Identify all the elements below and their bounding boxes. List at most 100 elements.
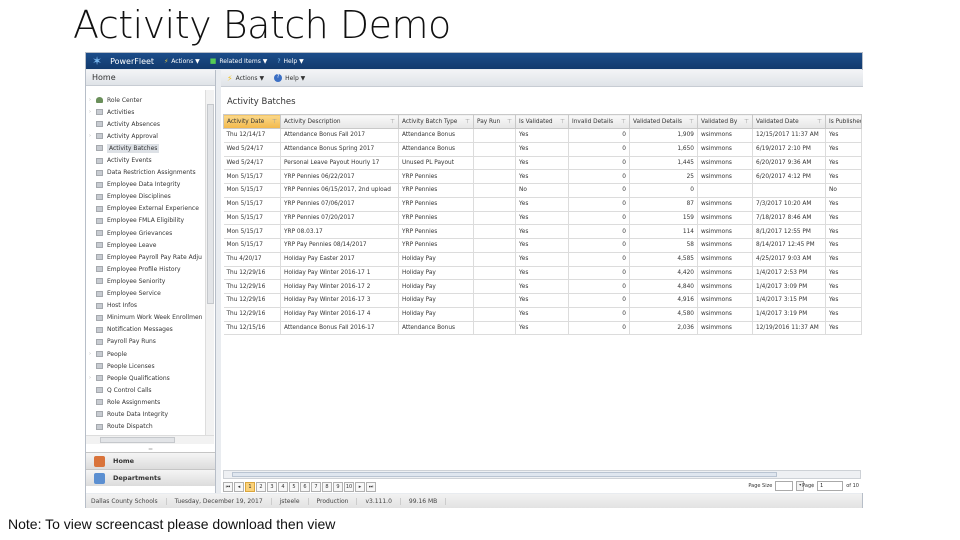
table-row[interactable]: Thu 12/14/17 Attendance Bonus Fall 2017 At… <box>223 128 862 143</box>
column-header[interactable]: Activity Description ⊤ <box>280 114 399 129</box>
tree-item[interactable]: Employee Grievances <box>86 227 204 239</box>
tree-vertical-scrollbar[interactable] <box>205 90 214 435</box>
table-row[interactable]: Mon 5/15/17 YRP Pennies 06/22/2017 YRP Pen… <box>223 169 862 184</box>
column-header[interactable]: Activity Date ⊤ <box>223 114 281 129</box>
tree-item[interactable]: Employee FMLA Eligibility <box>86 215 204 227</box>
table-row[interactable]: Wed 5/24/17 Attendance Bonus Spring 2017 A… <box>223 142 862 157</box>
tree-item[interactable]: Data Restriction Assignments <box>86 167 204 179</box>
table-row[interactable]: Mon 5/15/17 YRP Pay Pennies 08/14/2017 YRP… <box>223 238 862 253</box>
tree-horizontal-scrollbar[interactable] <box>86 435 214 444</box>
page-4-button[interactable]: 4 <box>278 482 288 492</box>
scroll-thumb[interactable] <box>207 104 214 304</box>
tree-item[interactable]: Route Data Integrity <box>86 408 204 420</box>
filter-icon[interactable]: ⊤ <box>621 119 626 125</box>
tree-item[interactable]: Employee Profile History <box>86 263 204 275</box>
tree-item[interactable]: › People Qualifications <box>86 372 204 384</box>
actions-menu[interactable]: ⚡ Actions ▼ <box>227 74 264 83</box>
list-icon <box>96 399 103 406</box>
activity-batches-grid: Activity Date ⊤ Activity Description ⊤ Activ… <box>223 114 862 336</box>
table-row[interactable]: Mon 5/15/17 YRP Pennies 07/20/2017 YRP Pen… <box>223 211 862 226</box>
table-row[interactable]: Mon 5/15/17 YRP Pennies 06/15/2017, 2nd u… <box>223 183 862 198</box>
tree-item[interactable]: Minimum Work Week Enrollmen <box>86 312 204 324</box>
tree-item[interactable]: Employee Disciplines <box>86 191 204 203</box>
page-7-button[interactable]: 7 <box>311 482 321 492</box>
next-page-button[interactable]: ▸ <box>355 482 365 492</box>
table-cell: 4,585 <box>629 252 698 267</box>
tree-item[interactable]: Activity Events <box>86 154 204 166</box>
table-cell: 6/20/2017 9:36 AM <box>752 156 826 171</box>
column-header[interactable]: Activity Batch Type ⊤ <box>398 114 474 129</box>
table-row[interactable]: Thu 12/29/16 Holiday Pay Winter 2016-17 4… <box>223 307 862 322</box>
column-header[interactable]: Is Published <box>825 114 862 129</box>
topnav-related-items-menu[interactable]: ■ Related Items ▼ <box>210 57 268 65</box>
scroll-thumb[interactable] <box>100 437 175 443</box>
filter-icon[interactable]: ⊤ <box>817 119 822 125</box>
filter-icon[interactable]: ⊤ <box>465 119 470 125</box>
table-cell: Mon 5/15/17 <box>223 211 281 226</box>
last-page-button[interactable]: ⏭ <box>366 482 376 492</box>
tree-item[interactable]: › Activities <box>86 106 204 118</box>
table-row[interactable]: Thu 12/29/16 Holiday Pay Winter 2016-17 1… <box>223 266 862 281</box>
scroll-thumb[interactable] <box>232 472 777 477</box>
table-row[interactable]: Thu 4/20/17 Holiday Pay Easter 2017 Holida… <box>223 252 862 267</box>
first-page-button[interactable]: ⏮ <box>223 482 233 492</box>
filter-icon[interactable]: ⊤ <box>560 119 565 125</box>
grid-horizontal-scrollbar[interactable] <box>223 470 861 479</box>
tree-item[interactable]: Q Control Calls <box>86 384 204 396</box>
table-row[interactable]: Thu 12/15/16 Attendance Bonus Fall 2016-1… <box>223 321 862 336</box>
page-10-button[interactable]: 10 <box>344 482 354 492</box>
tree-item[interactable]: Host Infos <box>86 300 204 312</box>
tree-item[interactable]: Route Dispatch <box>86 421 204 433</box>
nav-departments-button[interactable]: Departments <box>86 469 215 486</box>
help-menu[interactable]: ? Help ▼ <box>274 74 305 82</box>
prev-page-button[interactable]: ◂ <box>234 482 244 492</box>
table-row[interactable]: Mon 5/15/17 YRP 08.03.17 YRP Pennies Yes 0 11… <box>223 224 862 239</box>
column-header[interactable]: Validated Date ⊤ <box>752 114 826 129</box>
tree-item[interactable]: Employee Payroll Pay Rate Adju <box>86 251 204 263</box>
departments-icon <box>94 472 105 484</box>
topnav-actions-menu[interactable]: ⚡ Actions ▼ <box>164 58 200 65</box>
column-header[interactable]: Validated By ⊤ <box>697 114 753 129</box>
tree-item[interactable]: Activity Batches <box>86 142 204 154</box>
tree-item[interactable]: Employee Leave <box>86 239 204 251</box>
filter-icon[interactable]: ⊤ <box>689 119 694 125</box>
tree-item[interactable]: Role Assignments <box>86 396 204 408</box>
page-9-button[interactable]: 9 <box>333 482 343 492</box>
page-5-button[interactable]: 5 <box>289 482 299 492</box>
column-header[interactable]: Validated Details ⊤ <box>629 114 698 129</box>
tree-item[interactable]: › Activity Approval <box>86 130 204 142</box>
page-input[interactable] <box>817 481 844 491</box>
tree-item[interactable]: Notification Messages <box>86 324 204 336</box>
tree-item[interactable]: People Licenses <box>86 360 204 372</box>
tree-item[interactable]: Employee Service <box>86 288 204 300</box>
tree-item[interactable]: Payroll Pay Runs <box>86 336 204 348</box>
topnav-help-menu[interactable]: ? Help ▼ <box>277 58 303 65</box>
table-cell <box>473 197 516 212</box>
tree-item[interactable]: › People <box>86 348 204 360</box>
page-1-button[interactable]: 1 <box>245 482 255 492</box>
table-row[interactable]: Thu 12/29/16 Holiday Pay Winter 2016-17 2… <box>223 279 862 294</box>
page-6-button[interactable]: 6 <box>300 482 310 492</box>
tree-item[interactable]: Employee Data Integrity <box>86 179 204 191</box>
filter-icon[interactable]: ⊤ <box>272 119 277 125</box>
table-row[interactable]: Mon 5/15/17 YRP Pennies 07/06/2017 YRP Pen… <box>223 197 862 212</box>
page-8-button[interactable]: 8 <box>322 482 332 492</box>
column-header[interactable]: Invalid Details ⊤ <box>568 114 630 129</box>
nav-home-button[interactable]: Home <box>86 452 215 469</box>
tree-item[interactable]: Activity Absences <box>86 118 204 130</box>
filter-icon[interactable]: ⊤ <box>744 119 749 125</box>
tree-item[interactable]: Employee Seniority <box>86 275 204 287</box>
table-row[interactable]: Wed 5/24/17 Personal Leave Payout Hourly … <box>223 156 862 171</box>
column-header[interactable]: Is Validated ⊤ <box>515 114 569 129</box>
tree-item[interactable]: Employee External Experience <box>86 203 204 215</box>
column-header-label: Activity Date <box>227 118 265 125</box>
page-2-button[interactable]: 2 <box>256 482 266 492</box>
table-row[interactable]: Thu 12/29/16 Holiday Pay Winter 2016-17 3… <box>223 293 862 308</box>
page-3-button[interactable]: 3 <box>267 482 277 492</box>
brand[interactable]: ✶ PowerFleet <box>92 54 154 68</box>
filter-icon[interactable]: ⊤ <box>507 119 512 125</box>
column-header[interactable]: Pay Run ⊤ <box>473 114 516 129</box>
tree-item[interactable]: › Role Center <box>86 94 204 106</box>
filter-icon[interactable]: ⊤ <box>390 119 395 125</box>
page-size-input[interactable] <box>775 481 794 491</box>
